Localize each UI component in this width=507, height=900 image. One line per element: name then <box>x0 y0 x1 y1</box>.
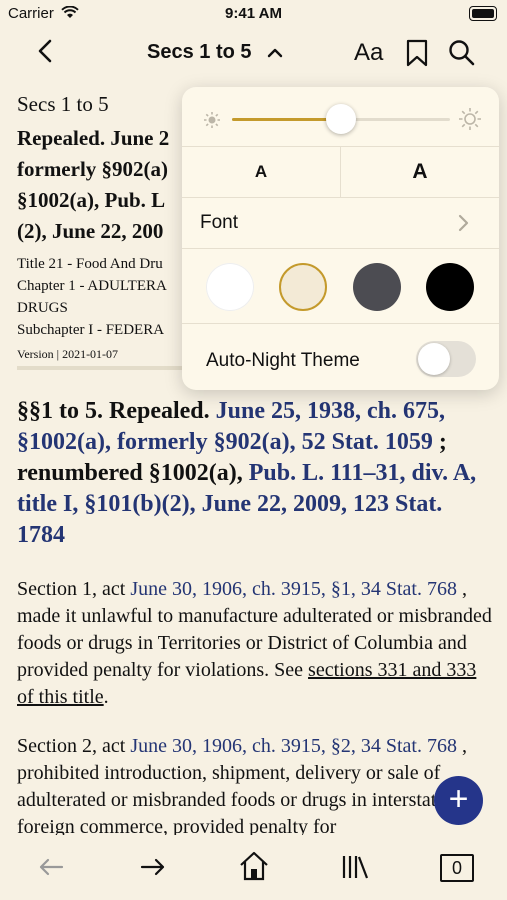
theme-gray-button[interactable] <box>353 263 401 311</box>
text-settings-button[interactable]: Aa <box>354 39 383 67</box>
home-icon[interactable] <box>238 850 270 882</box>
theme-white-button[interactable] <box>206 263 254 311</box>
section-title-line: Repealed. June 2 <box>17 126 170 150</box>
bookmark-icon[interactable] <box>405 39 429 67</box>
brightness-fill <box>232 118 341 121</box>
arrow-left-icon[interactable] <box>36 852 66 882</box>
section-heading: §§1 to 5. Repealed. June 25, 1938, ch. 6… <box>17 398 477 548</box>
breadcrumb-line: Chapter 1 - ADULTERA <box>17 278 167 294</box>
library-icon[interactable] <box>340 852 370 882</box>
breadcrumb-line: Title 21 - Food And Dru <box>17 256 163 272</box>
decrease-font-button[interactable]: A <box>182 147 340 197</box>
brightness-low-icon <box>204 112 220 128</box>
arrow-right-icon[interactable] <box>138 852 168 882</box>
chevron-up-icon[interactable] <box>266 44 284 62</box>
theme-black-button[interactable] <box>426 263 474 311</box>
text-settings-popover: A A Font Auto-Night Theme <box>182 87 499 390</box>
section-title-line: §1002(a), Pub. L <box>17 188 166 212</box>
breadcrumb-line: Subchapter I - FEDERA <box>17 322 165 338</box>
brightness-slider-handle[interactable] <box>326 104 356 134</box>
section-title-line: formerly §902(a) <box>17 157 169 181</box>
nav-bar: Secs 1 to 5 Aa <box>0 30 507 76</box>
theme-sepia-button[interactable] <box>279 263 327 311</box>
paragraph: Section 2, act June 30, 1906, ch. 3915, … <box>17 735 467 835</box>
bottom-toolbar: 0 <box>0 838 507 900</box>
divider <box>17 366 187 370</box>
paragraph: Section 1, act June 30, 1906, ch. 3915, … <box>17 578 492 708</box>
popover-divider <box>182 248 499 249</box>
section-title-line: (2), June 22, 200 <box>17 219 164 243</box>
chevron-right-icon <box>458 214 469 232</box>
increase-font-button[interactable]: A <box>341 147 499 197</box>
brightness-slider[interactable] <box>232 104 450 134</box>
battery-icon <box>469 6 497 21</box>
font-row[interactable]: Font <box>182 198 499 248</box>
back-chevron-icon[interactable] <box>33 38 59 64</box>
brightness-high-icon <box>459 108 481 130</box>
citation-link[interactable]: June 30, 1906, ch. 3915, §1, 34 Stat. 76… <box>130 578 457 600</box>
popover-divider <box>182 323 499 324</box>
status-bar: Carrier 9:41 AM <box>0 0 507 28</box>
auto-night-toggle[interactable] <box>416 341 476 377</box>
status-time: 9:41 AM <box>225 5 282 22</box>
breadcrumb-line: DRUGS <box>17 300 68 316</box>
auto-night-label: Auto-Night Theme <box>206 350 360 371</box>
nav-title[interactable]: Secs 1 to 5 <box>147 41 252 64</box>
citation-link[interactable]: June 30, 1906, ch. 3915, §2, 34 Stat. 76… <box>130 735 457 757</box>
search-icon[interactable] <box>448 39 476 67</box>
add-button[interactable]: + <box>434 776 483 825</box>
tabs-count-button[interactable]: 0 <box>440 854 474 882</box>
font-label: Font <box>200 212 239 233</box>
